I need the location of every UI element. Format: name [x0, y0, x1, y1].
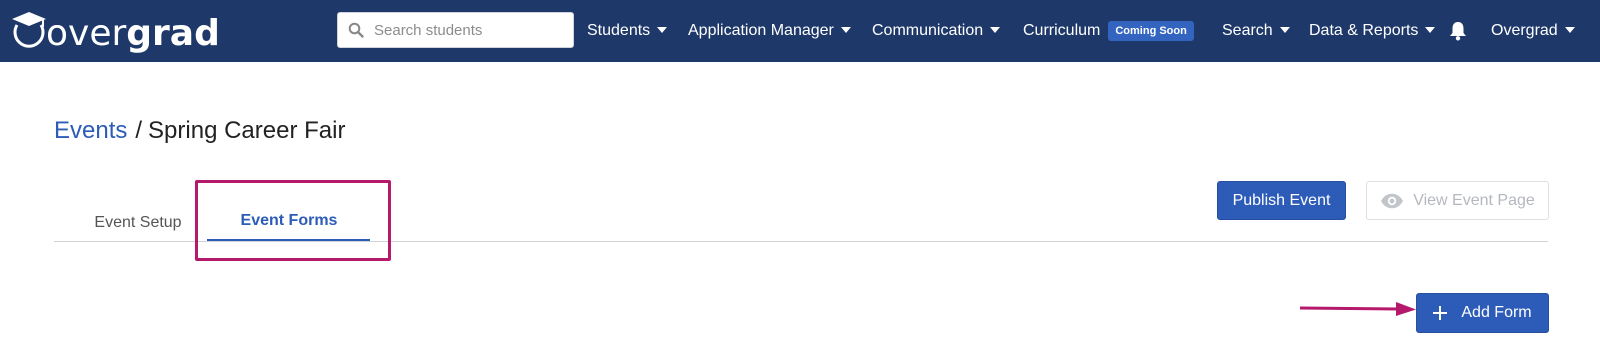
nav-data-reports-label: Data & Reports [1309, 22, 1419, 39]
top-navbar: overgrad Students Application Manager Co… [0, 0, 1600, 62]
caret-down-icon [657, 27, 668, 33]
nav-search-label: Search [1222, 22, 1273, 39]
nav-communication-label: Communication [872, 22, 984, 39]
breadcrumb: Events / Spring Career Fair [54, 116, 345, 146]
plus-icon [1433, 306, 1448, 320]
page-title: Spring Career Fair [148, 117, 346, 144]
nav-account-menu[interactable]: Overgrad [1491, 0, 1575, 62]
caret-down-icon [1564, 27, 1575, 33]
tab-event-setup[interactable]: Event Setup [76, 207, 200, 239]
breadcrumb-events-link[interactable]: Events [54, 117, 127, 144]
nav-data-reports[interactable]: Data & Reports [1309, 0, 1436, 62]
nav-curriculum[interactable]: Curriculum Coming Soon [1023, 0, 1194, 62]
add-form-button[interactable]: Add Form [1416, 293, 1549, 333]
publish-event-label: Publish Event [1232, 191, 1331, 209]
caret-down-icon [1425, 27, 1436, 33]
coming-soon-badge: Coming Soon [1108, 21, 1194, 41]
nav-application-manager[interactable]: Application Manager [688, 0, 851, 62]
caret-down-icon [840, 27, 851, 33]
annotation-highlight-box [195, 180, 391, 261]
eye-icon [1381, 193, 1404, 208]
nav-curriculum-label: Curriculum [1023, 22, 1101, 39]
caret-down-icon [1279, 27, 1290, 33]
nav-search[interactable]: Search [1222, 0, 1290, 62]
breadcrumb-separator: / [135, 117, 143, 144]
publish-event-button[interactable]: Publish Event [1217, 181, 1346, 220]
annotation-arrow-icon [1300, 302, 1416, 316]
overgrad-logo[interactable]: overgrad [8, 10, 220, 54]
logo-wordmark: overgrad [46, 14, 220, 54]
search-students-input[interactable] [374, 13, 569, 47]
logo-text-bold: grad [126, 13, 220, 54]
nav-students-label: Students [587, 22, 651, 39]
view-event-page-button[interactable]: View Event Page [1366, 181, 1549, 220]
search-icon [348, 22, 364, 38]
bell-icon[interactable] [1449, 21, 1467, 41]
nav-students[interactable]: Students [587, 0, 668, 62]
student-search[interactable] [337, 12, 574, 48]
add-form-label: Add Form [1461, 304, 1532, 321]
view-event-page-label: View Event Page [1413, 191, 1535, 209]
nav-account-label: Overgrad [1491, 22, 1558, 39]
logo-text-thin: over [46, 13, 127, 54]
caret-down-icon [990, 27, 1001, 33]
nav-application-manager-label: Application Manager [688, 22, 834, 39]
nav-communication[interactable]: Communication [872, 0, 1001, 62]
